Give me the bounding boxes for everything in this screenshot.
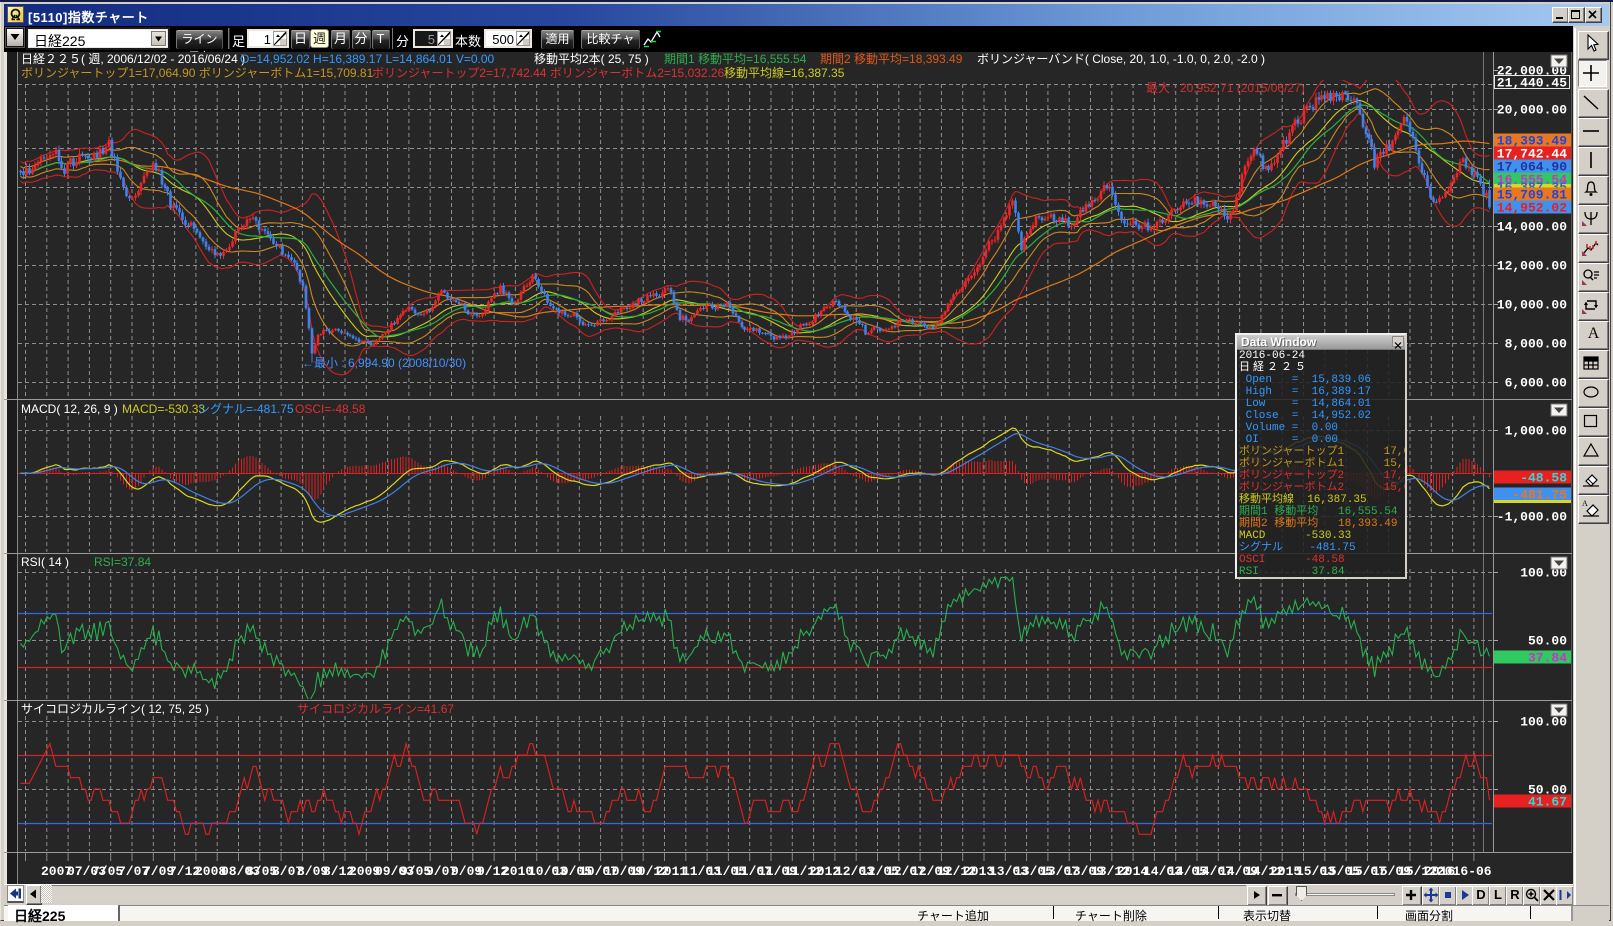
- svg-text:37.84: 37.84: [1528, 651, 1567, 666]
- svg-text:1,000.00: 1,000.00: [1505, 424, 1568, 439]
- svg-text:サイコロジカルライン( 12, 75, 25 ): サイコロジカルライン( 12, 75, 25 ): [21, 702, 209, 716]
- svg-text:←最小 : 6,994.90 (2008/10/30): ←最小 : 6,994.90 (2008/10/30): [302, 356, 466, 370]
- svg-text:サイコロジカルライン=41.67: サイコロジカルライン=41.67: [297, 702, 454, 716]
- svg-text:OSCI=-48.58: OSCI=-48.58: [295, 402, 366, 416]
- svg-text:MACD=-530.33: MACD=-530.33: [122, 402, 205, 416]
- svg-text:最大 : 20,952.71 (2015/06/27): 最大 : 20,952.71 (2015/06/27): [1146, 81, 1305, 95]
- svg-text:12,000.00: 12,000.00: [1497, 259, 1567, 274]
- svg-text:100.00: 100.00: [1520, 715, 1567, 730]
- svg-text:41.67: 41.67: [1528, 795, 1567, 810]
- svg-text:14,952.02: 14,952.02: [1497, 201, 1567, 216]
- svg-text:シグナル=-481.75: シグナル=-481.75: [198, 402, 294, 416]
- svg-text:移動平均2本( 25, 75 ): 移動平均2本( 25, 75 ): [534, 52, 649, 66]
- svg-text:O=14,952.02 H=16,389.17 L=14,8: O=14,952.02 H=16,389.17 L=14,864.01 V=0.…: [240, 52, 495, 66]
- svg-text:20,000.00: 20,000.00: [1497, 103, 1567, 118]
- svg-text:期間1 移動平均=16,555.54: 期間1 移動平均=16,555.54: [664, 52, 807, 66]
- svg-text:A: A: [1582, 499, 1588, 508]
- svg-text:MACD( 12, 26, 9 ): MACD( 12, 26, 9 ): [21, 402, 118, 416]
- svg-text:21,440.45: 21,440.45: [1497, 76, 1567, 91]
- svg-text:-1,000.00: -1,000.00: [1497, 510, 1567, 525]
- svg-text:10,000.00: 10,000.00: [1497, 298, 1567, 313]
- svg-text:RSI=37.84: RSI=37.84: [94, 555, 151, 569]
- svg-text:8,000.00: 8,000.00: [1505, 337, 1568, 352]
- svg-text:RSI( 14 ): RSI( 14 ): [21, 555, 69, 569]
- svg-text:14,000.00: 14,000.00: [1497, 220, 1567, 235]
- svg-text:-48.58: -48.58: [1520, 471, 1567, 486]
- svg-text:6,000.00: 6,000.00: [1505, 376, 1568, 391]
- svg-text:移動平均線=16,387.35: 移動平均線=16,387.35: [724, 65, 845, 80]
- svg-text:日経２２５( 週, 2006/12/02 - 2016/06: 日経２２５( 週, 2006/12/02 - 2016/06/24 ): [21, 52, 245, 66]
- svg-text:ボリンジャートップ1=17,064.90 ボリンジャーボトム: ボリンジャートップ1=17,064.90 ボリンジャーボトム1=15,709.8…: [21, 66, 374, 80]
- svg-text:ボリンジャートップ2=17,742.44 ボリンジャーボトム: ボリンジャートップ2=17,742.44 ボリンジャーボトム2=15,032.2…: [372, 66, 725, 80]
- svg-text:ボリンジャーバンド( Close, 20, 1.0, -1.: ボリンジャーバンド( Close, 20, 1.0, -1.0, 0, 2.0,…: [977, 52, 1265, 66]
- svg-text:50.00: 50.00: [1528, 634, 1567, 649]
- svg-text:期間2 移動平均=18,393.49: 期間2 移動平均=18,393.49: [820, 52, 963, 66]
